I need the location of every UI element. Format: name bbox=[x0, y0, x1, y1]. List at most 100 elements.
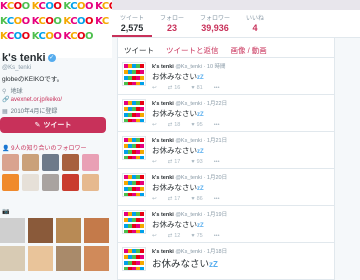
stat-value: 2,575 bbox=[120, 23, 144, 33]
profile-url-link[interactable]: avexnet.or.jp/keiko/ bbox=[11, 97, 62, 103]
like-button[interactable]: ♥ 93 bbox=[191, 159, 202, 165]
tweet-author[interactable]: k's tenki bbox=[152, 249, 174, 255]
tweet-avatar[interactable] bbox=[122, 99, 146, 123]
tweet-avatar[interactable] bbox=[122, 173, 146, 197]
photo-grid bbox=[0, 218, 109, 271]
photo-thumbnail[interactable] bbox=[0, 218, 25, 243]
follower-avatar[interactable] bbox=[2, 154, 19, 171]
tab-2[interactable]: 画像 / 動画 bbox=[231, 45, 267, 57]
heart-icon: ♥ bbox=[191, 196, 195, 202]
like-button[interactable]: ♥ 81 bbox=[191, 85, 202, 91]
tweet-avatar[interactable] bbox=[122, 62, 146, 86]
stat-label: いいね bbox=[246, 16, 265, 22]
tweet-author[interactable]: k's tenki bbox=[152, 138, 174, 144]
tweet-avatar[interactable] bbox=[122, 210, 146, 234]
photo-thumbnail[interactable] bbox=[84, 218, 109, 243]
tweet-text: お休みなさいzZ bbox=[152, 259, 218, 270]
tweet-handle: @Ks_tenki bbox=[175, 138, 203, 144]
stat-value: 39,936 bbox=[201, 23, 229, 33]
tweet-avatar[interactable] bbox=[122, 247, 146, 271]
tweet-actions: ↩ ⇄ 17 ♥ 93 ••• bbox=[152, 159, 330, 165]
tweet-time[interactable]: 1月22日 bbox=[207, 101, 227, 107]
banner-logo: KCOO bbox=[0, 0, 30, 12]
tweet-author[interactable]: k's tenki bbox=[152, 175, 174, 181]
follower-avatar[interactable] bbox=[82, 154, 99, 171]
reply-button[interactable]: ↩ bbox=[152, 85, 157, 91]
retweet-count: 16 bbox=[174, 85, 181, 91]
more-button[interactable]: ••• bbox=[214, 122, 220, 128]
profile-bio: globeのKEIKOです。 bbox=[2, 76, 64, 83]
stat-2[interactable]: フォロワー 39,936 bbox=[192, 10, 238, 37]
photo-thumbnail[interactable] bbox=[0, 246, 25, 271]
photo-thumbnail[interactable] bbox=[28, 246, 53, 271]
tweet[interactable]: k's tenki @Ks_tenki · 1月21日 お休みなさいzZ ↩ ⇄… bbox=[118, 132, 334, 169]
zz-emoji: zZ bbox=[197, 186, 204, 192]
reply-button[interactable]: ↩ bbox=[152, 159, 157, 165]
follower-avatar[interactable] bbox=[22, 154, 39, 171]
tweet-author[interactable]: k's tenki bbox=[152, 64, 174, 70]
followers-you-know-link[interactable]: 👤 9人の知り合いのフォロワー bbox=[2, 143, 87, 152]
retweet-icon: ⇄ bbox=[167, 159, 173, 165]
retweet-count: 17 bbox=[174, 159, 181, 165]
heart-icon: ♥ bbox=[191, 122, 195, 128]
heart-icon: ♥ bbox=[191, 85, 195, 91]
tweet-header: k's tenki @Ks_tenki · 1月20日 bbox=[152, 175, 228, 181]
follower-avatar[interactable] bbox=[42, 174, 59, 191]
tweet[interactable]: k's tenki @Ks_tenki · 1月18日 お休みなさいzZ bbox=[118, 243, 334, 280]
follower-avatar[interactable] bbox=[2, 174, 19, 191]
tab-0[interactable]: ツイート bbox=[124, 45, 154, 57]
more-button[interactable]: ••• bbox=[214, 159, 220, 165]
more-button[interactable]: ••• bbox=[214, 233, 220, 239]
stat-1[interactable]: フォロー 23 bbox=[152, 10, 192, 37]
profile-handle[interactable]: @Ks_tenki bbox=[2, 65, 31, 71]
tweet[interactable]: k's tenki @Ks_tenki · 10 時間 お休みなさいzZ ↩ ⇄… bbox=[118, 58, 334, 95]
follower-avatar[interactable] bbox=[82, 174, 99, 191]
tweet[interactable]: k's tenki @Ks_tenki · 1月22日 お休みなさいzZ ↩ ⇄… bbox=[118, 95, 334, 132]
tweet[interactable]: k's tenki @Ks_tenki · 1月19日 お休みなさいzZ ↩ ⇄… bbox=[118, 206, 334, 243]
tweet-handle: @Ks_tenki bbox=[175, 101, 203, 107]
like-button[interactable]: ♥ 75 bbox=[191, 233, 202, 239]
tweet[interactable]: k's tenki @Ks_tenki · 1月20日 お休みなさいzZ ↩ ⇄… bbox=[118, 169, 334, 206]
retweet-button[interactable]: ⇄ 16 bbox=[168, 85, 181, 91]
profile-name[interactable]: k's tenki ✓ bbox=[2, 52, 56, 64]
more-button[interactable]: ••• bbox=[214, 196, 220, 202]
tweet-text: お休みなさいzZ bbox=[152, 146, 204, 155]
follower-avatar[interactable] bbox=[22, 174, 39, 191]
zz-emoji: zZ bbox=[197, 75, 204, 81]
tweet-time[interactable]: 10 時間 bbox=[207, 64, 226, 70]
stat-3[interactable]: いいね 4 bbox=[238, 10, 272, 37]
tweet-time[interactable]: 1月19日 bbox=[207, 212, 227, 218]
follower-avatar[interactable] bbox=[62, 154, 79, 171]
reply-button[interactable]: ↩ bbox=[152, 196, 157, 202]
follower-avatar[interactable] bbox=[62, 174, 79, 191]
more-button[interactable]: ••• bbox=[214, 85, 220, 91]
like-button[interactable]: ♥ 86 bbox=[191, 196, 202, 202]
follower-avatar[interactable] bbox=[42, 154, 59, 171]
like-button[interactable]: ♥ 95 bbox=[191, 122, 202, 128]
like-count: 75 bbox=[196, 233, 203, 239]
tweet-time[interactable]: 1月20日 bbox=[207, 175, 227, 181]
reply-button[interactable]: ↩ bbox=[152, 233, 157, 239]
tweet-author[interactable]: k's tenki bbox=[152, 212, 174, 218]
tab-1[interactable]: ツイートと返信 bbox=[166, 45, 219, 57]
retweet-button[interactable]: ⇄ 17 bbox=[168, 159, 181, 165]
photo-thumbnail[interactable] bbox=[56, 218, 81, 243]
link-icon: 🔗 bbox=[2, 97, 10, 103]
retweet-button[interactable]: ⇄ 18 bbox=[168, 122, 181, 128]
tweet-time[interactable]: 1月21日 bbox=[207, 138, 227, 144]
photo-thumbnail[interactable] bbox=[84, 246, 109, 271]
photo-thumbnail[interactable] bbox=[28, 218, 53, 243]
photo-thumbnail[interactable] bbox=[56, 246, 81, 271]
tweet-header: k's tenki @Ks_tenki · 10 時間 bbox=[152, 64, 226, 70]
tweet-author[interactable]: k's tenki bbox=[152, 101, 174, 107]
tweet-time[interactable]: 1月18日 bbox=[207, 249, 227, 255]
profile-url[interactable]: 🔗 avexnet.or.jp/keiko/ bbox=[2, 96, 62, 103]
retweet-button[interactable]: ⇄ 12 bbox=[168, 233, 181, 239]
tweet-to-button[interactable]: ✎ ツイート bbox=[0, 117, 106, 133]
retweet-button[interactable]: ⇄ 17 bbox=[168, 196, 181, 202]
tweet-avatar[interactable] bbox=[122, 136, 146, 160]
reply-button[interactable]: ↩ bbox=[152, 122, 157, 128]
retweet-icon: ⇄ bbox=[167, 85, 173, 91]
stat-0[interactable]: ツイート 2,575 bbox=[112, 10, 153, 37]
tweet-list: k's tenki @Ks_tenki · 10 時間 お休みなさいzZ ↩ ⇄… bbox=[118, 58, 334, 280]
